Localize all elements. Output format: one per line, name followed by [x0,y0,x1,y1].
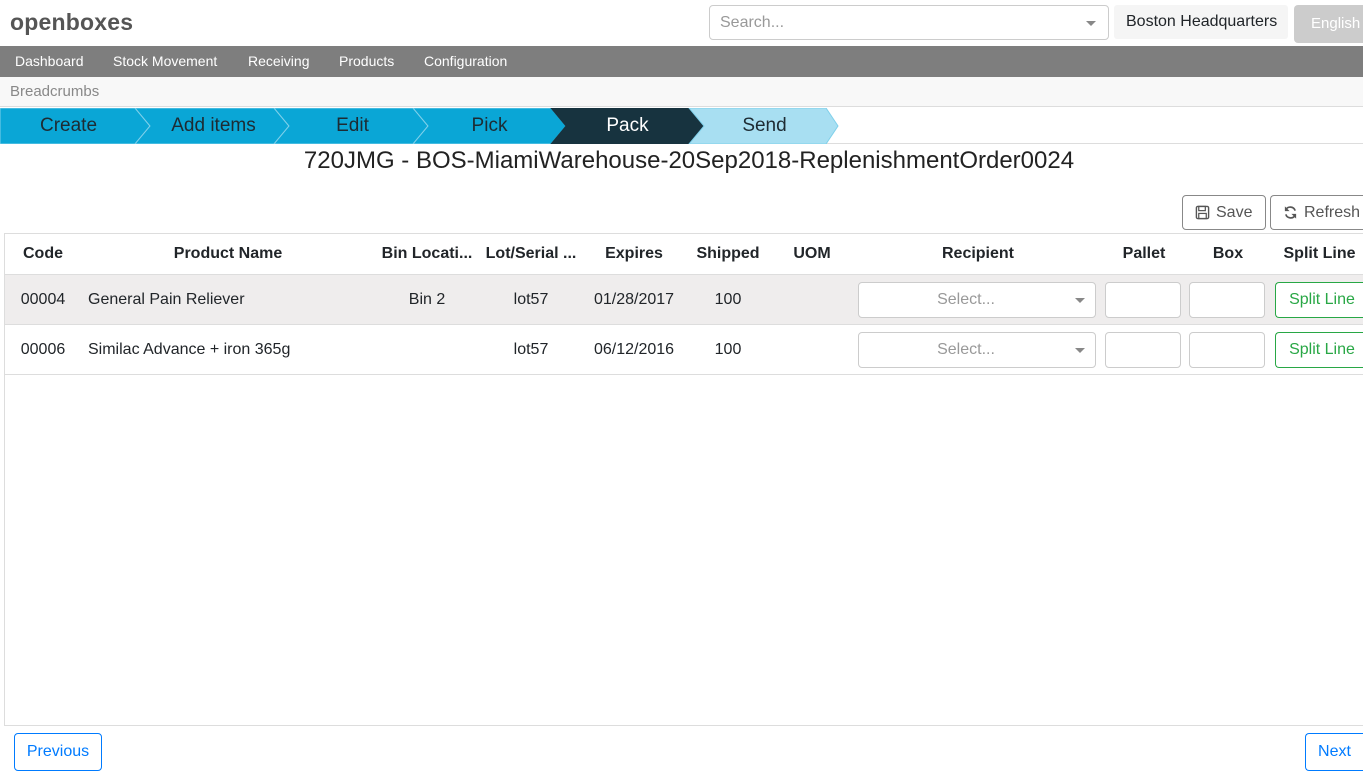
app-logo[interactable]: openboxes [10,9,133,36]
pack-items-table: Code Product Name Bin Locati... Lot/Seri… [4,233,1363,726]
top-bar: openboxes Boston Headquarters English [0,0,1363,46]
wizard-step-send[interactable]: Send [696,108,833,144]
global-search[interactable] [709,5,1109,40]
column-header-shipped[interactable]: Shipped [685,234,771,274]
chevron-down-icon[interactable] [1075,298,1085,303]
refresh-icon [1284,206,1297,219]
wizard-step-edit[interactable]: Edit [284,108,421,144]
search-input[interactable] [710,6,1070,39]
column-header-product-name[interactable]: Product Name [83,234,373,274]
box-input[interactable] [1189,332,1265,368]
next-button[interactable]: Next [1305,733,1363,771]
refresh-button-label: Refresh [1304,204,1361,221]
column-header-bin-location[interactable]: Bin Locati... [377,234,477,274]
nav-item-receiving[interactable]: Receiving [248,46,309,77]
table-header: Code Product Name Bin Locati... Lot/Seri… [5,234,1363,275]
save-icon [1195,205,1210,220]
nav-item-stock-movement[interactable]: Stock Movement [113,46,217,77]
recipient-select[interactable]: Select... [858,332,1096,368]
cell-uom [771,325,853,374]
page-title: 720JMG - BOS-MiamiWarehouse-20Sep2018-Re… [303,147,1075,174]
cell-lot-serial: lot57 [513,341,549,358]
breadcrumb: Breadcrumbs [0,77,1363,107]
nav-item-dashboard[interactable]: Dashboard [15,46,84,77]
table-row: 00006 Similac Advance + iron 365g lot57 … [5,325,1363,375]
recipient-select-placeholder: Select... [937,291,995,308]
split-line-button[interactable]: Split Line [1275,282,1363,318]
cell-expires: 06/12/2016 [593,341,675,358]
language-button[interactable]: English [1294,5,1363,43]
column-header-expires[interactable]: Expires [585,234,683,274]
wizard-step-add-items[interactable]: Add items [145,108,282,144]
split-line-button[interactable]: Split Line [1275,332,1363,368]
column-header-recipient[interactable]: Recipient [857,234,1099,274]
save-button-label: Save [1216,204,1253,221]
nav-item-configuration[interactable]: Configuration [424,46,507,77]
recipient-select-placeholder: Select... [937,341,995,358]
pallet-input[interactable] [1105,282,1181,318]
column-header-pallet[interactable]: Pallet [1105,234,1183,274]
wizard-step-pick[interactable]: Pick [421,108,558,144]
cell-shipped: 100 [714,291,742,308]
chevron-down-icon[interactable] [1086,21,1096,26]
cell-bin-location [377,325,477,374]
cell-shipped: 100 [714,341,742,358]
column-header-box[interactable]: Box [1189,234,1267,274]
table-row: 00004 General Pain Reliever Bin 2 lot57 … [5,275,1363,325]
chevron-down-icon[interactable] [1075,348,1085,353]
cell-product-name: Similac Advance + iron 365g [88,341,291,358]
wizard-steps: Create Add items Edit Pick Pack Send [0,108,1363,144]
cell-code: 00006 [20,341,66,358]
recipient-select[interactable]: Select... [858,282,1096,318]
cell-lot-serial: lot57 [513,291,549,308]
cell-product-name: General Pain Reliever [88,291,245,308]
refresh-button[interactable]: Refresh [1270,195,1363,230]
previous-button[interactable]: Previous [14,733,102,771]
wizard-step-pack[interactable]: Pack [559,108,696,144]
cell-code: 00004 [20,291,66,308]
main-nav: Dashboard Stock Movement Receiving Produ… [0,46,1363,77]
box-input[interactable] [1189,282,1265,318]
cell-uom [771,275,853,324]
location-selector[interactable]: Boston Headquarters [1114,5,1288,39]
wizard-step-create[interactable]: Create [0,108,137,144]
cell-expires: 01/28/2017 [593,291,675,308]
column-header-lot-serial[interactable]: Lot/Serial ... [482,234,580,274]
column-header-uom[interactable]: UOM [771,234,853,274]
nav-item-products[interactable]: Products [339,46,394,77]
cell-bin-location: Bin 2 [408,291,446,308]
pallet-input[interactable] [1105,332,1181,368]
save-button[interactable]: Save [1182,195,1266,230]
column-header-split-line[interactable]: Split Line [1275,234,1363,274]
column-header-code[interactable]: Code [5,234,81,274]
